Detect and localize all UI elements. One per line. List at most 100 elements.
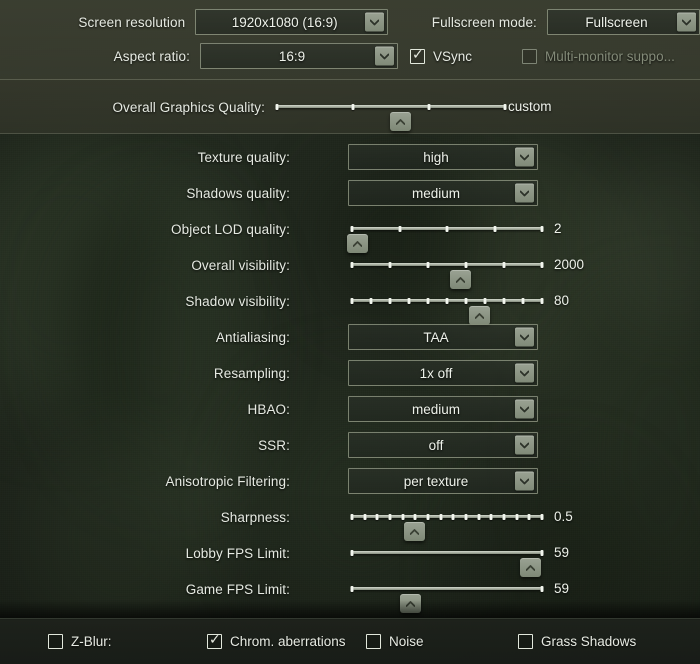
checkbox-box[interactable]: [518, 634, 533, 649]
chevron-down-icon[interactable]: [515, 147, 534, 167]
effect-checkbox[interactable]: ✓ Chrom. aberrations: [207, 633, 346, 649]
slider-track[interactable]: [352, 515, 542, 518]
slider-tick: [502, 297, 506, 304]
overall-quality-value: custom: [508, 99, 552, 114]
slider-tick: [375, 513, 379, 520]
option-value: high: [423, 149, 449, 165]
option-label: Object LOD quality:: [171, 221, 290, 237]
chevron-down-icon[interactable]: [515, 399, 534, 419]
check-icon: ✓: [412, 46, 424, 63]
option-dropdown[interactable]: medium: [348, 180, 538, 206]
slider-tick: [388, 261, 392, 268]
chevron-down-icon[interactable]: [515, 435, 534, 455]
chevron-down-icon[interactable]: [515, 363, 534, 383]
effect-checkbox-label: Z-Blur:: [71, 634, 112, 649]
option-slider[interactable]: [350, 540, 544, 577]
option-slider[interactable]: [350, 504, 544, 541]
option-value: medium: [411, 401, 460, 417]
slider-track[interactable]: [352, 551, 542, 554]
slider-tick: [426, 261, 430, 268]
aspect-ratio-label: Aspect ratio:: [113, 48, 190, 64]
slider-handle[interactable]: [389, 112, 411, 131]
effect-checkbox[interactable]: Z-Blur:: [48, 634, 112, 649]
slider-handle[interactable]: [404, 522, 426, 541]
vsync-checkbox[interactable]: ✓ VSync: [410, 46, 472, 64]
effect-checkbox[interactable]: Grass Shadows: [518, 634, 636, 649]
slider-handle[interactable]: [347, 234, 369, 253]
option-slider[interactable]: [350, 288, 544, 325]
chevron-down-icon[interactable]: [677, 12, 696, 32]
slider-track[interactable]: [352, 587, 542, 590]
fullscreen-mode-dropdown[interactable]: Fullscreen: [546, 9, 700, 35]
slider-tick: [369, 297, 373, 304]
option-dropdown[interactable]: TAA: [348, 324, 538, 350]
option-label: Lobby FPS Limit:: [185, 545, 290, 561]
effect-checkbox-label: Noise: [389, 634, 424, 649]
chevron-down-icon[interactable]: [515, 183, 534, 203]
option-value: per texture: [403, 473, 469, 489]
slider-tick: [483, 297, 487, 304]
graphics-options-list: Texture quality: high Shadows quality: medi…: [0, 134, 700, 618]
aspect-ratio-dropdown[interactable]: 16:9: [200, 43, 398, 69]
option-label: Anisotropic Filtering:: [165, 473, 290, 489]
slider-tick: [540, 225, 544, 232]
option-dropdown[interactable]: off: [348, 432, 538, 458]
chevron-up-icon: [353, 240, 363, 247]
slider-handle[interactable]: [449, 270, 471, 289]
screen-resolution-label: Screen resolution: [78, 14, 186, 30]
option-slider-value: 80: [554, 293, 570, 308]
chevron-up-icon: [410, 528, 420, 535]
chevron-up-icon: [474, 312, 484, 319]
checkbox-box[interactable]: ✓: [207, 633, 222, 649]
option-dropdown[interactable]: medium: [348, 396, 538, 422]
slider-tick: [527, 513, 531, 520]
option-label: Sharpness:: [220, 509, 290, 525]
option-slider-value: 59: [554, 545, 570, 560]
option-slider[interactable]: [350, 252, 544, 289]
overall-quality-slider[interactable]: [275, 94, 507, 131]
option-value: 1x off: [419, 365, 453, 381]
effect-checkbox[interactable]: Noise: [366, 634, 424, 649]
slider-tick: [540, 585, 544, 592]
slider-handle[interactable]: [520, 558, 542, 577]
fullscreen-mode-label: Fullscreen mode:: [431, 14, 537, 30]
option-dropdown[interactable]: high: [348, 144, 538, 170]
slider-tick: [413, 513, 417, 520]
option-slider[interactable]: [347, 216, 544, 253]
slider-tick: [540, 549, 544, 556]
option-label: Overall visibility:: [191, 257, 290, 273]
chevron-up-icon: [526, 564, 536, 571]
slider-track[interactable]: [277, 105, 505, 108]
slider-tick: [401, 513, 405, 520]
option-row: Shadow visibility: 80: [0, 288, 700, 325]
chevron-down-icon[interactable]: [515, 327, 534, 347]
checkbox-box[interactable]: [366, 634, 381, 649]
slider-tick: [445, 225, 449, 232]
slider-track[interactable]: [352, 263, 542, 266]
option-dropdown[interactable]: 1x off: [348, 360, 538, 386]
option-slider[interactable]: [350, 576, 544, 613]
option-label: Game FPS Limit:: [185, 581, 290, 597]
option-row: Anisotropic Filtering: per texture: [0, 468, 700, 494]
chevron-down-icon[interactable]: [375, 46, 394, 66]
option-row: Object LOD quality: 2: [0, 216, 700, 253]
slider-tick: [464, 297, 468, 304]
chevron-up-icon: [395, 118, 405, 125]
chevron-down-icon[interactable]: [515, 471, 534, 491]
option-row: Resampling: 1x off: [0, 360, 700, 386]
slider-handle[interactable]: [468, 306, 490, 325]
slider-handle[interactable]: [400, 594, 422, 613]
slider-tick: [502, 261, 506, 268]
slider-tick: [363, 513, 367, 520]
slider-tick: [493, 225, 496, 232]
display-settings-header: Screen resolution 1920x1080 (16:9) Fulls…: [0, 0, 700, 80]
checkbox-box[interactable]: ✓: [410, 46, 425, 64]
option-value: TAA: [423, 329, 449, 345]
option-dropdown[interactable]: per texture: [348, 468, 538, 494]
screen-resolution-dropdown[interactable]: 1920x1080 (16:9): [195, 9, 389, 35]
option-row: Overall visibility: 2000: [0, 252, 700, 289]
checkbox-box[interactable]: [48, 634, 63, 649]
chevron-up-icon: [455, 276, 465, 283]
chevron-down-icon[interactable]: [365, 12, 385, 32]
aspect-ratio-value: 16:9: [278, 48, 306, 64]
